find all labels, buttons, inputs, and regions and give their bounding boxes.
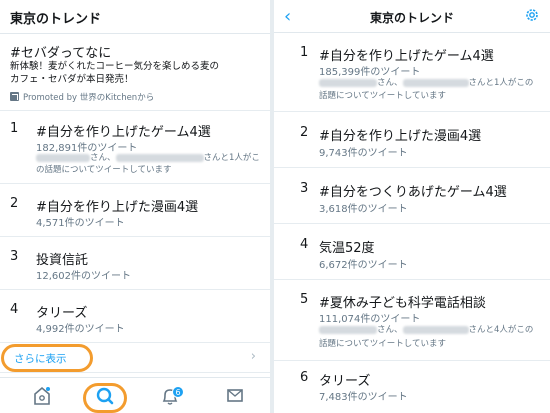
trend-item[interactable]: 5 #夏休み子ども科学電話相談 111,074件のツイート さん、 さんと4人がこ… <box>274 281 550 361</box>
trend-rank: 2 <box>300 125 309 140</box>
trend-count: 4,571件のツイート <box>36 218 125 229</box>
tab-notifications[interactable] <box>150 378 190 413</box>
show-more-link[interactable]: さらに表示 <box>14 351 67 366</box>
trend-topic: #自分を作り上げた漫画4選 <box>319 129 482 144</box>
context-text-b: さんと4人がこの <box>468 325 534 335</box>
trend-count: 7,483件のツイート <box>319 392 408 403</box>
context-text-b: さんと1人がこの <box>468 78 534 88</box>
trend-count: 3,618件のツイート <box>319 204 408 215</box>
promoted-icon <box>10 92 19 101</box>
promo-desc-line2: カフェ・セバダが本日発売！ <box>10 74 134 85</box>
trend-item[interactable]: 2 #自分を作り上げた漫画4選 4,571件のツイート <box>0 185 270 237</box>
show-more-row[interactable]: さらに表示 › <box>0 343 270 373</box>
highlight-oval <box>83 383 127 413</box>
blurred-username <box>319 78 377 87</box>
trend-rank: 4 <box>300 237 309 252</box>
trend-rank: 5 <box>300 292 309 307</box>
page-title: 東京のトレンド <box>0 0 270 34</box>
trend-topic: 気温52度 <box>319 241 375 256</box>
trend-item[interactable]: 3 #自分をつくりあげたゲーム4選 3,618件のツイート <box>274 169 550 224</box>
trend-item[interactable]: 1 #自分を作り上げたゲーム4選 182,891件のツイート さん、 さんと1人が… <box>0 112 270 184</box>
trend-context-line2: の話題についてツイートしています <box>36 165 172 175</box>
promo-desc-line1: 新体験！麦がくれたコーヒー気分を楽しめる麦の <box>10 61 220 72</box>
trend-context: さん、 さんと1人がこ <box>36 152 260 164</box>
trend-topic: タリーズ <box>36 306 88 321</box>
trend-count: 12,602件のツイート <box>36 271 131 282</box>
promo-title: #セバダってなに <box>10 46 112 61</box>
left-trends-panel: 東京のトレンド #セバダってなに 新体験！麦がくれたコーヒー気分を楽しめる麦の … <box>0 0 270 413</box>
back-arrow-icon[interactable]: ‹ <box>284 6 291 27</box>
trend-item[interactable]: 3 投資信託 12,602件のツイート <box>0 238 270 290</box>
trend-topic: #自分を作り上げたゲーム4選 <box>36 125 211 140</box>
trend-context: さん、 さんと1人がこの <box>319 77 533 89</box>
blurred-username <box>402 78 469 87</box>
trend-count: 4,992件のツイート <box>36 324 125 335</box>
right-trends-panel: ‹ 東京のトレンド 1 #自分を作り上げたゲーム4選 185,399件のツイート… <box>274 0 550 413</box>
header: ‹ 東京のトレンド <box>274 0 550 33</box>
trend-topic: #自分を作り上げた漫画4選 <box>36 200 199 215</box>
trend-rank: 3 <box>300 181 309 196</box>
blurred-username <box>36 153 90 162</box>
home-icon <box>34 386 50 405</box>
promoted-by: Promoted by 世界のKitchenから <box>10 91 154 103</box>
page-title: 東京のトレンド <box>369 11 454 25</box>
trend-context-line2: 話題についてツイートしています <box>319 339 446 349</box>
trend-context-line2: 話題についてツイートしています <box>319 91 446 101</box>
context-text-a: さん、 <box>90 153 116 163</box>
gear-icon[interactable] <box>524 7 540 23</box>
trend-count: 9,743件のツイート <box>319 148 408 159</box>
tab-messages[interactable] <box>215 378 255 413</box>
context-text-b: さんと1人がこ <box>203 153 260 163</box>
bell-icon <box>162 389 178 405</box>
trend-count: 111,074件のツイート <box>319 314 421 325</box>
trend-context: さん、 さんと4人がこの <box>319 324 533 336</box>
trend-rank: 2 <box>10 196 19 211</box>
trend-rank: 1 <box>10 121 19 136</box>
mail-icon <box>227 389 243 402</box>
trend-item[interactable]: 2 #自分を作り上げた漫画4選 9,743件のツイート <box>274 113 550 168</box>
trend-item[interactable]: 6 タリーズ 7,483件のツイート <box>274 362 550 413</box>
notification-badge: 6 <box>172 386 184 398</box>
trend-topic: #自分をつくりあげたゲーム4選 <box>319 185 507 200</box>
context-text-a: さん、 <box>377 325 403 335</box>
tab-home[interactable] <box>22 378 62 413</box>
blurred-username <box>319 325 377 334</box>
bottom-tab-bar <box>0 377 270 413</box>
trend-rank: 1 <box>300 45 309 60</box>
trend-topic: タリーズ <box>319 374 371 389</box>
trend-topic: #自分を作り上げたゲーム4選 <box>319 49 494 64</box>
trend-topic: #夏休み子ども科学電話相談 <box>319 296 486 311</box>
promoted-trend[interactable]: #セバダってなに 新体験！麦がくれたコーヒー気分を楽しめる麦の カフェ・セバダが… <box>0 35 270 111</box>
context-text-a: さん、 <box>377 78 403 88</box>
trend-rank: 4 <box>10 302 19 317</box>
blurred-username <box>402 325 469 334</box>
promoted-by-label: Promoted by 世界のKitchenから <box>23 93 155 103</box>
trend-item[interactable]: 4 気温52度 6,672件のツイート <box>274 225 550 280</box>
trend-count: 185,399件のツイート <box>319 67 421 78</box>
trend-topic: 投資信託 <box>36 253 89 268</box>
chevron-right-icon: › <box>250 349 256 364</box>
trend-rank: 6 <box>300 370 309 385</box>
trend-item[interactable]: 1 #自分を作り上げたゲーム4選 185,399件のツイート さん、 さんと1人が… <box>274 34 550 112</box>
trend-rank: 3 <box>10 249 19 264</box>
trend-item[interactable]: 4 タリーズ 4,992件のツイート <box>0 291 270 343</box>
blurred-username <box>115 153 204 162</box>
trend-count: 6,672件のツイート <box>319 260 408 271</box>
